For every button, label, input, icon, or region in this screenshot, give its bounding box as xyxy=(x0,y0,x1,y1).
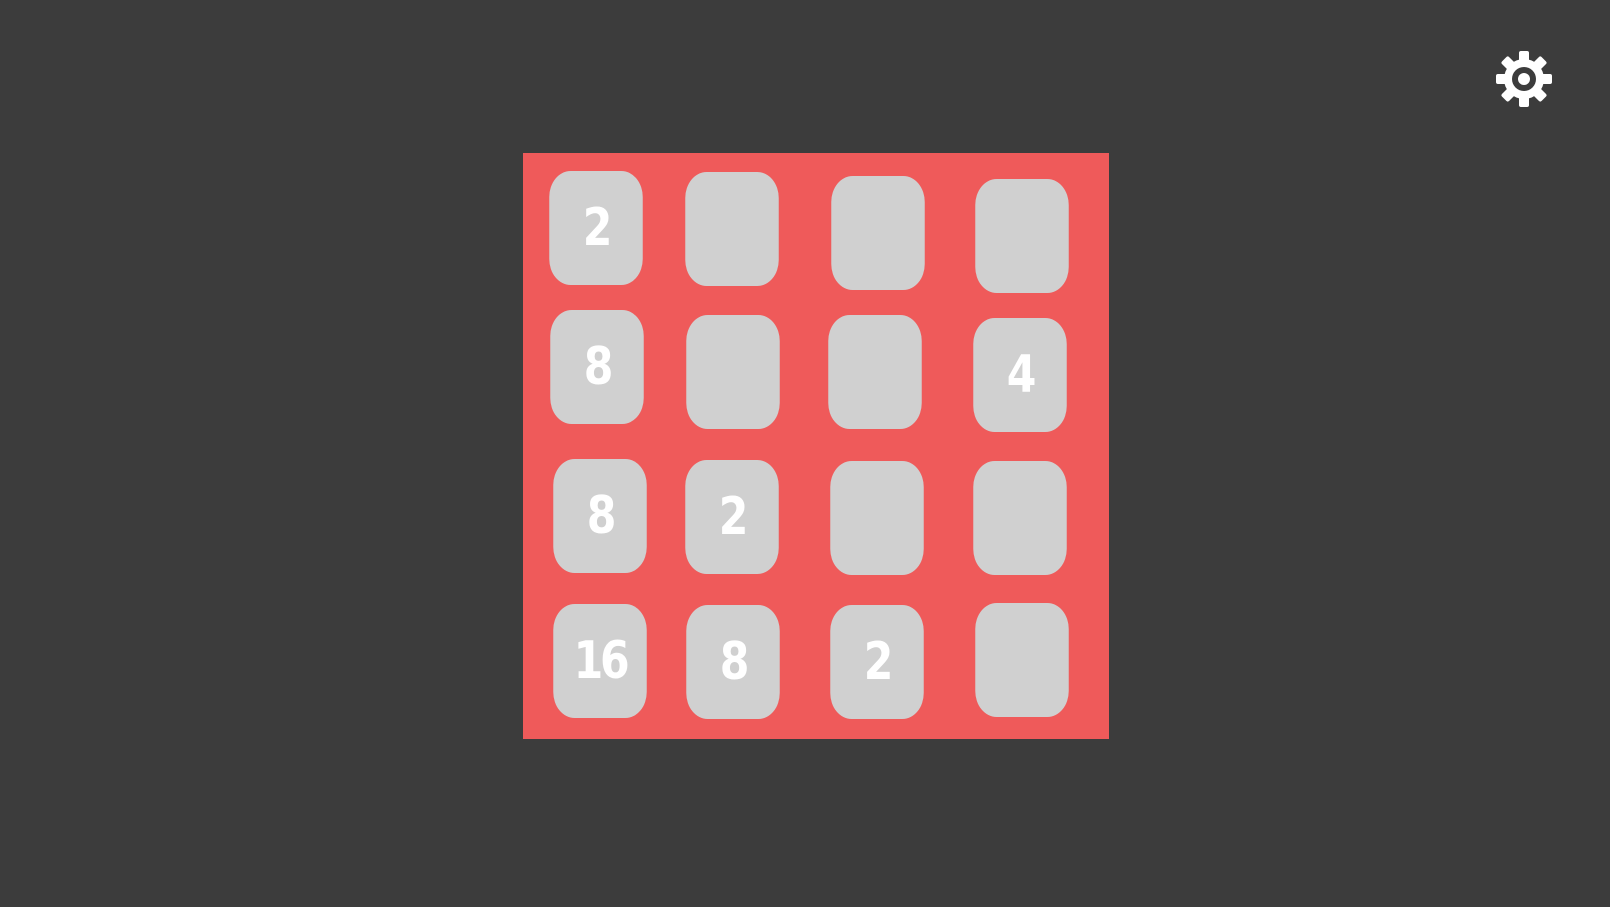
tile: 16 xyxy=(553,604,647,718)
tile: 8 xyxy=(550,310,644,424)
tile: 8 xyxy=(686,605,780,719)
tile: 2 xyxy=(549,171,643,285)
tile xyxy=(975,179,1069,293)
tile: 2 xyxy=(830,605,924,719)
tile: 4 xyxy=(973,318,1067,432)
tile: 8 xyxy=(553,459,647,573)
settings-button[interactable] xyxy=(1495,50,1553,108)
gear-icon xyxy=(1496,51,1552,107)
tile xyxy=(975,603,1069,717)
tile: 2 xyxy=(685,460,779,574)
tile xyxy=(973,461,1067,575)
game-board: 2 8 4 8 2 16 8 2 xyxy=(523,153,1109,739)
tile xyxy=(830,461,924,575)
tile xyxy=(686,315,780,429)
tile xyxy=(831,176,925,290)
tile xyxy=(828,315,922,429)
tile xyxy=(685,172,779,286)
